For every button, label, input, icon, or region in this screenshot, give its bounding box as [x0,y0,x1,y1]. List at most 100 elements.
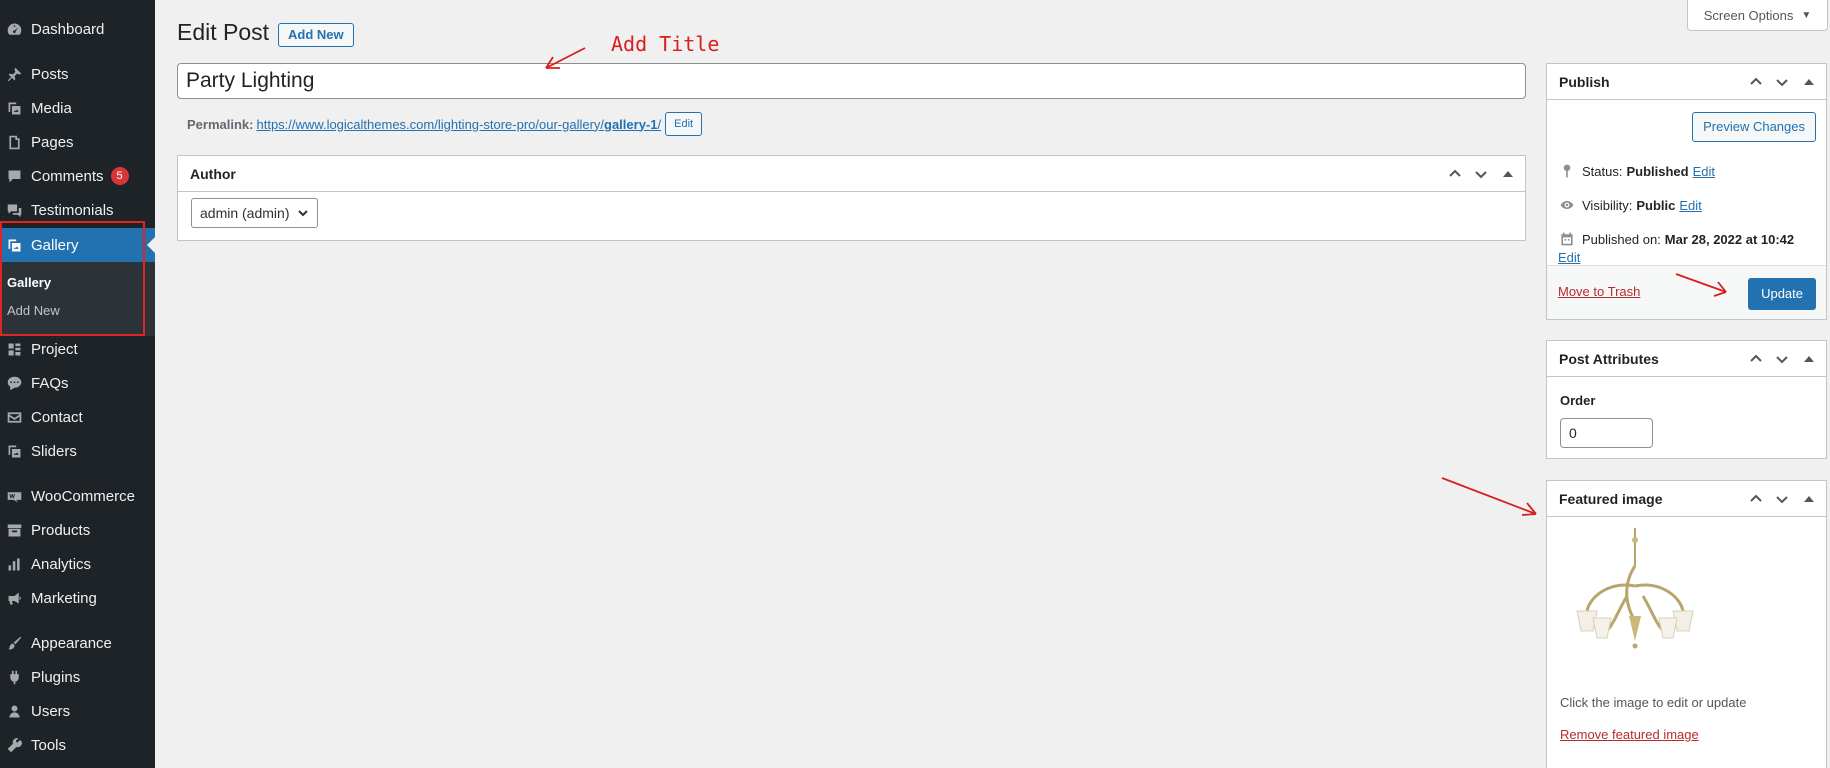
menu-analytics[interactable]: Analytics [0,548,155,580]
menu-label: WooCommerce [31,487,135,505]
menu-label: FAQs [31,374,69,392]
menu-label: Marketing [31,589,97,607]
calendar-icon [1558,230,1576,248]
menu-marketing[interactable]: Marketing [0,582,155,614]
pin-icon [1558,162,1576,180]
slider-icon [2,441,26,461]
comments-count-badge: 5 [110,167,129,185]
visibility-label: Visibility: [1582,197,1633,213]
menu-label: Media [31,99,72,117]
menu-label: Plugins [31,668,81,686]
menu-label: Pages [31,133,74,151]
featured-image-metabox: Featured image Click the image to edit o… [1546,480,1827,768]
metabox-controls [1748,74,1814,90]
menu-label: Dashboard [31,20,105,38]
remove-featured-image-link[interactable]: Remove featured image [1560,727,1699,742]
post-title-input[interactable]: Party Lighting [177,63,1526,99]
menu-label: Users [31,702,71,720]
screen-options-label: Screen Options [1703,7,1794,23]
menu-label: Sliders [31,442,77,460]
screen-options-button[interactable]: Screen Options ▼ [1687,0,1828,31]
visibility-edit-link[interactable]: Edit [1679,198,1701,213]
update-button[interactable]: Update [1748,278,1816,310]
move-down-icon[interactable] [1774,491,1790,507]
move-up-icon[interactable] [1447,166,1463,182]
published-edit-link[interactable]: Edit [1558,250,1580,265]
annotation-arrow-featured [1441,477,1537,516]
author-select[interactable]: admin (admin) [191,198,319,228]
menu-woocommerce[interactable]: WooCommerce [0,480,155,512]
order-label: Order [1560,393,1596,408]
eye-icon [1558,196,1576,214]
status-edit-link[interactable]: Edit [1693,164,1715,179]
menu-plugins[interactable]: Plugins [0,661,155,693]
brush-icon [2,633,26,653]
menu-comments[interactable]: Comments 5 [0,160,155,192]
page-title: Edit Post [177,19,270,45]
order-input[interactable]: 0 [1560,418,1653,448]
menu-sliders[interactable]: Sliders [0,435,155,467]
menu-contact[interactable]: Contact [0,401,155,433]
media-icon [2,98,26,118]
published-on-row: Published on: Mar 28, 2022 at 10:42 [1558,230,1794,248]
published-value: Mar 28, 2022 at 10:42 [1664,231,1795,247]
published-label: Published on: [1582,231,1661,247]
collapse-toggle-icon[interactable] [1804,78,1814,85]
preview-changes-button[interactable]: Preview Changes [1692,112,1816,142]
permalink-link[interactable]: https://www.logicalthemes.com/lighting-s… [256,117,661,132]
faq-icon [2,373,26,393]
menu-tools[interactable]: Tools [0,729,155,761]
chevron-down-icon [298,210,309,217]
menu-label: Project [31,340,78,358]
metabox-title: Author [190,165,236,182]
featured-image-chandelier[interactable] [1565,526,1705,676]
move-up-icon[interactable] [1748,351,1764,367]
move-down-icon[interactable] [1774,74,1790,90]
collapse-toggle-icon[interactable] [1804,495,1814,502]
permalink-trail: / [657,116,662,132]
menu-posts[interactable]: Posts [0,58,155,90]
menu-dashboard[interactable]: Dashboard [0,13,155,45]
add-new-button[interactable]: Add New [278,23,354,47]
annotation-arrow-title [545,47,586,69]
metabox-controls [1447,166,1513,182]
collapse-toggle-icon[interactable] [1503,170,1513,177]
permalink-slug: gallery-1 [604,116,658,132]
pin-icon [2,64,26,84]
dashboard-icon [2,19,26,39]
post-attributes-metabox: Post Attributes Order 0 [1546,340,1827,459]
author-selected-value: admin (admin) [200,205,290,221]
permalink-edit-button[interactable]: Edit [665,112,703,136]
caret-down-icon: ▼ [1801,9,1812,21]
permalink-row: Permalink: https://www.logicalthemes.com… [187,112,703,136]
permalink-label: Permalink: [187,116,254,132]
menu-label: Products [31,521,91,539]
add-title-annotation: Add Title [611,32,720,56]
active-menu-pointer [147,237,155,253]
featured-image-help-text: Click the image to edit or update [1560,695,1747,710]
collapse-toggle-icon[interactable] [1804,355,1814,362]
menu-faqs[interactable]: FAQs [0,367,155,399]
metabox-header: Post Attributes [1547,341,1826,377]
menu-project[interactable]: Project [0,333,155,365]
wrench-icon [2,735,26,755]
menu-users[interactable]: Users [0,695,155,727]
menu-media[interactable]: Media [0,92,155,124]
permalink-base: https://www.logicalthemes.com/lighting-s… [256,116,605,132]
move-up-icon[interactable] [1748,74,1764,90]
move-up-icon[interactable] [1748,491,1764,507]
gallery-highlight-box [0,221,145,336]
menu-pages[interactable]: Pages [0,126,155,158]
menu-label: Testimonials [31,201,114,219]
admin-sidebar: Dashboard Posts Media Pages Comments 5 T… [0,0,155,768]
mail-icon [2,407,26,427]
move-to-trash-link[interactable]: Move to Trash [1558,284,1640,299]
move-down-icon[interactable] [1473,166,1489,182]
menu-products[interactable]: Products [0,514,155,546]
move-down-icon[interactable] [1774,351,1790,367]
metabox-header: Publish [1547,64,1826,100]
menu-appearance[interactable]: Appearance [0,627,155,659]
archive-icon [2,520,26,540]
status-value: Published [1626,163,1689,179]
menu-label: Tools [31,736,67,754]
